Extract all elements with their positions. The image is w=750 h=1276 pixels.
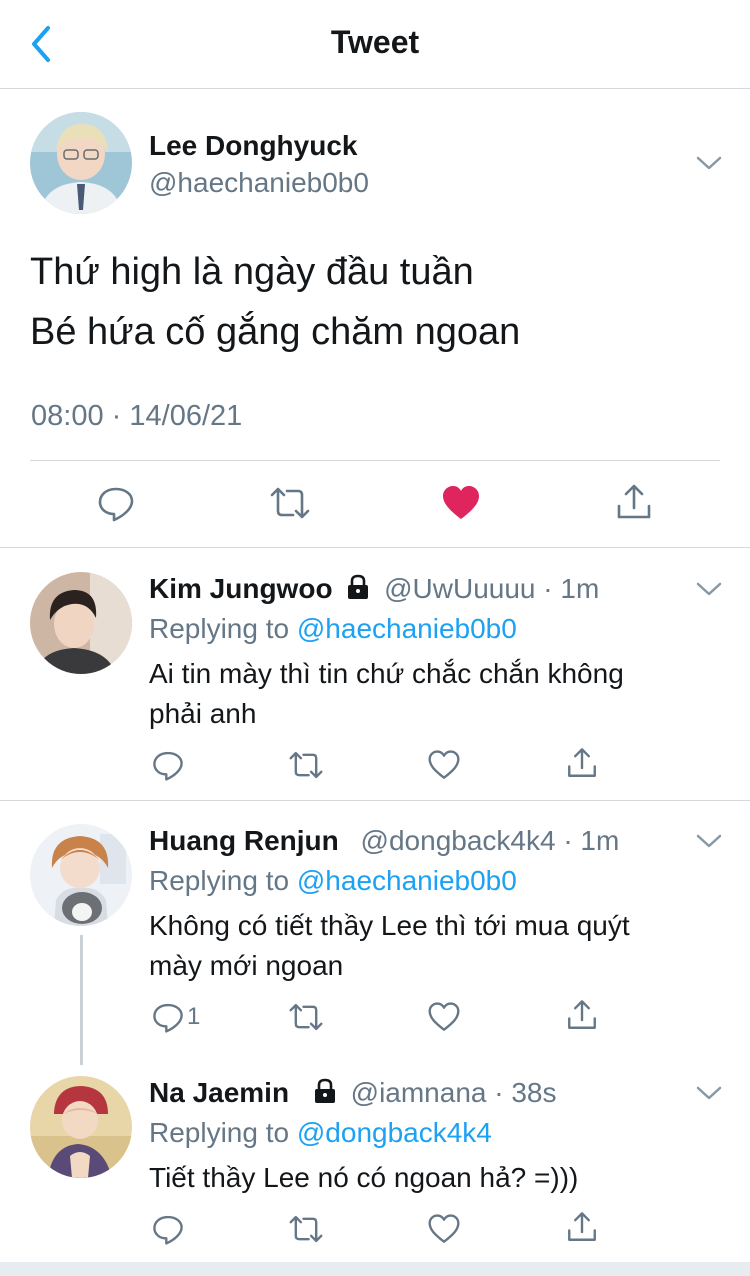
reply-button[interactable] <box>96 483 136 523</box>
heart-icon <box>428 1002 460 1031</box>
avatar[interactable] <box>30 572 132 674</box>
share-button[interactable] <box>565 1210 599 1244</box>
like-button[interactable] <box>441 484 481 522</box>
author-handle-time[interactable]: @dongback4k4 · 1m <box>361 825 620 856</box>
author-handle-time[interactable]: @UwUuuuu · 1m <box>384 573 599 604</box>
tweet-options-button[interactable] <box>695 832 723 850</box>
share-button[interactable] <box>614 482 654 522</box>
avatar[interactable] <box>30 112 132 214</box>
replying-label: Replying to <box>149 1117 290 1148</box>
like-button[interactable] <box>427 749 461 781</box>
tweet-options-button[interactable] <box>695 154 723 172</box>
reply-text-line: Không có tiết thầy Lee thì tới mua quýt <box>149 910 630 941</box>
bottom-strip <box>0 1262 750 1276</box>
reply-header: Na Jaemin @iamnana · 38s <box>149 1077 557 1109</box>
tweet-time: 08:00 <box>31 400 104 432</box>
retweet-icon <box>289 751 323 779</box>
reply-tweet[interactable]: Kim Jungwoo @UwUuuuu · 1m Replying to @h… <box>0 549 750 800</box>
comment-icon <box>98 487 134 522</box>
chevron-down-icon <box>696 582 722 596</box>
share-icon <box>568 1000 596 1029</box>
retweet-button[interactable] <box>268 483 312 523</box>
chevron-down-icon <box>696 834 722 848</box>
replying-to-handle[interactable]: @haechanieb0b0 <box>297 865 517 896</box>
retweet-icon <box>289 1215 323 1243</box>
share-icon <box>617 484 651 519</box>
main-tweet: Lee Donghyuck @haechanieb0b0 Thứ high là… <box>0 90 750 548</box>
retweet-icon <box>270 487 310 519</box>
replying-label: Replying to <box>149 865 290 896</box>
share-button[interactable] <box>565 746 599 780</box>
author-handle-time[interactable]: @iamnana · 38s <box>351 1077 557 1108</box>
author-name[interactable]: Na Jaemin <box>149 1077 289 1108</box>
avatar[interactable] <box>30 824 132 926</box>
tweet-text-line: Bé hứa cố gắng chăm ngoan <box>30 311 521 353</box>
reply-text-line: mày mới ngoan <box>149 950 344 981</box>
like-button[interactable] <box>427 1001 461 1033</box>
reply-text-line: Ai tin mày thì tin chứ chắc chắn không <box>149 658 624 689</box>
heart-filled-icon <box>443 486 479 519</box>
heart-icon <box>428 1214 460 1243</box>
chevron-down-icon <box>696 156 722 170</box>
heart-icon <box>428 750 460 779</box>
top-nav-bar: Tweet <box>0 0 750 89</box>
chevron-down-icon <box>696 1086 722 1100</box>
reply-tweet[interactable]: Huang Renjun @dongback4k4 · 1m Replying … <box>0 801 750 1054</box>
like-button[interactable] <box>427 1213 461 1245</box>
share-icon <box>568 1212 596 1241</box>
meta-separator: · <box>111 400 122 432</box>
reply-text-line: phải anh <box>149 698 257 729</box>
reply-text-line: Tiết thầy Lee nó có ngoan hả? =))) <box>149 1162 579 1193</box>
lock-icon <box>348 574 369 599</box>
reply-text: Không có tiết thầy Lee thì tới mua quýt … <box>149 906 630 986</box>
author-name[interactable]: Lee Donghyuck <box>149 130 357 162</box>
retweet-button[interactable] <box>287 748 325 782</box>
reply-button[interactable] <box>151 748 187 782</box>
retweet-icon <box>289 1003 323 1031</box>
replying-to-handle[interactable]: @haechanieb0b0 <box>297 613 517 644</box>
reply-button[interactable] <box>151 1212 187 1246</box>
replying-to: Replying to @haechanieb0b0 <box>149 865 517 897</box>
replying-to: Replying to @haechanieb0b0 <box>149 613 517 645</box>
reply-header: Kim Jungwoo @UwUuuuu · 1m <box>149 573 599 605</box>
tweet-options-button[interactable] <box>695 580 723 598</box>
tweet-text: Thứ high là ngày đầu tuần Bé hứa cố gắng… <box>30 242 520 362</box>
tweet-date[interactable]: 14/06/21 <box>129 400 242 432</box>
reply-button[interactable]: 1 <box>151 1000 200 1034</box>
retweet-button[interactable] <box>287 1212 325 1246</box>
reply-text: Tiết thầy Lee nó có ngoan hả? =))) <box>149 1158 578 1198</box>
replying-to-handle[interactable]: @dongback4k4 <box>297 1117 492 1148</box>
replying-to: Replying to @dongback4k4 <box>149 1117 492 1149</box>
tweet-options-button[interactable] <box>695 1084 723 1102</box>
avatar[interactable] <box>30 1076 132 1178</box>
lock-icon <box>314 1078 335 1103</box>
reply-text: Ai tin mày thì tin chứ chắc chắn không p… <box>149 654 624 734</box>
author-name[interactable]: Kim Jungwoo <box>149 573 333 604</box>
comment-icon <box>153 1215 183 1245</box>
retweet-button[interactable] <box>287 1000 325 1034</box>
page-title: Tweet <box>330 24 420 60</box>
tweet-text-line: Thứ high là ngày đầu tuần <box>30 251 474 293</box>
author-handle[interactable]: @haechanieb0b0 <box>149 167 369 199</box>
comment-icon <box>153 1003 183 1033</box>
reply-tweet[interactable]: Na Jaemin @iamnana · 38s Replying to @do… <box>0 1054 750 1262</box>
divider <box>30 460 720 461</box>
author-name[interactable]: Huang Renjun <box>149 825 339 856</box>
reply-count: 1 <box>187 1003 201 1030</box>
share-icon <box>568 748 596 777</box>
comment-icon <box>153 751 183 781</box>
tweet-timestamp: 08:00 · 14/06/21 <box>31 400 242 433</box>
reply-header: Huang Renjun @dongback4k4 · 1m <box>149 825 619 857</box>
replying-label: Replying to <box>149 613 290 644</box>
share-button[interactable] <box>565 998 599 1032</box>
